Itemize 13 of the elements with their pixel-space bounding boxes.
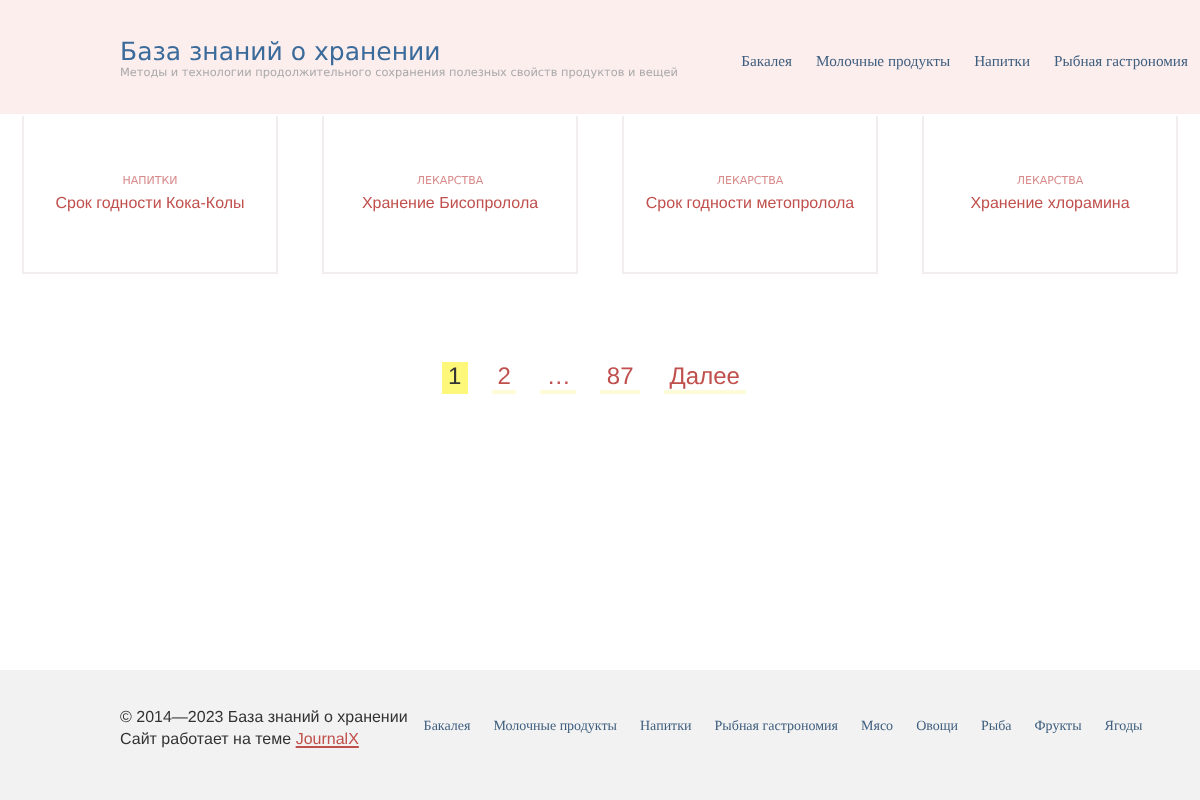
- page-link[interactable]: 87: [600, 362, 640, 394]
- page-link[interactable]: Далее: [663, 362, 746, 394]
- card-title[interactable]: Срок годности Кока-Колы: [55, 194, 245, 212]
- card-title[interactable]: Срок годности метопролола: [645, 194, 855, 212]
- card-title[interactable]: Хранение Бисопролола: [361, 194, 539, 212]
- site-title[interactable]: База знаний о хранении: [120, 35, 678, 65]
- card-title[interactable]: Хранение хлорамина: [970, 194, 1130, 212]
- page-link[interactable]: 2: [491, 362, 517, 394]
- current-page[interactable]: 1: [442, 362, 468, 394]
- theme-credit: Сайт работает на теме JournalX: [120, 730, 361, 748]
- copyright-text: © 2014—2023 База знаний о хранении: [120, 708, 408, 726]
- page-link[interactable]: …: [540, 362, 577, 394]
- theme-link[interactable]: JournalX: [295, 730, 359, 748]
